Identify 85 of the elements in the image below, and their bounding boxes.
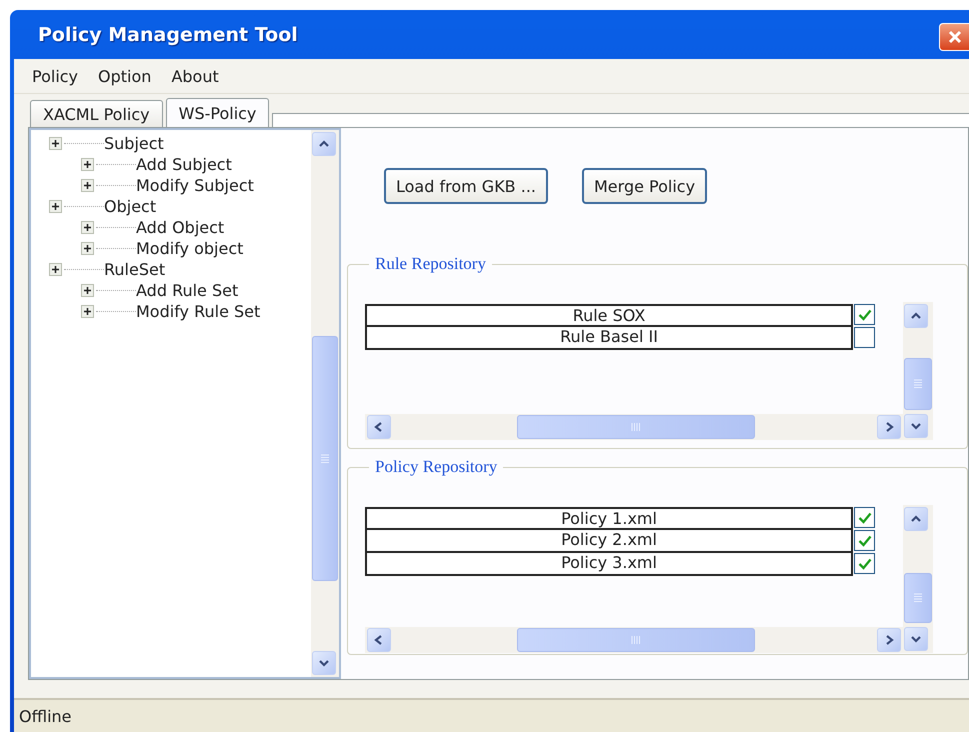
tree-connector bbox=[96, 311, 136, 312]
group-title: Policy Repository bbox=[374, 457, 498, 477]
expand-icon[interactable] bbox=[81, 158, 94, 171]
scroll-down-button[interactable] bbox=[312, 651, 336, 675]
check-icon bbox=[858, 308, 872, 320]
scroll-right-button[interactable] bbox=[877, 415, 901, 439]
close-button[interactable] bbox=[939, 22, 969, 50]
list-item[interactable]: Policy 1.xml bbox=[365, 507, 853, 530]
tree-item[interactable]: Object bbox=[104, 197, 156, 216]
expand-icon[interactable] bbox=[81, 179, 94, 192]
scroll-down-button[interactable] bbox=[904, 414, 928, 438]
list-item[interactable]: Policy 3.xml bbox=[365, 553, 853, 576]
grip-icon bbox=[321, 452, 329, 464]
chevron-up-icon bbox=[910, 311, 922, 321]
grip-icon bbox=[914, 378, 922, 390]
scroll-down-button[interactable] bbox=[904, 627, 928, 651]
chevron-up-icon bbox=[318, 139, 330, 149]
checkbox[interactable] bbox=[854, 304, 875, 325]
tree-item[interactable]: Subject bbox=[104, 134, 164, 153]
checkbox[interactable] bbox=[854, 327, 875, 348]
scroll-left-button[interactable] bbox=[367, 628, 391, 652]
list-item[interactable]: Rule Basel II bbox=[365, 327, 853, 350]
vertical-scrollbar[interactable] bbox=[311, 130, 339, 677]
tree-connector bbox=[64, 143, 104, 144]
expand-icon[interactable] bbox=[81, 305, 94, 318]
grip-icon bbox=[914, 592, 922, 604]
scroll-up-button[interactable] bbox=[312, 132, 336, 156]
scroll-thumb[interactable] bbox=[312, 336, 338, 581]
menu-item[interactable]: About bbox=[163, 66, 227, 86]
status-text: Offline bbox=[19, 706, 72, 726]
action-button[interactable]: Merge Policy bbox=[582, 168, 708, 204]
chevron-down-icon bbox=[910, 421, 922, 431]
tree-connector bbox=[96, 227, 136, 228]
checkbox[interactable] bbox=[854, 553, 875, 574]
scroll-thumb[interactable] bbox=[517, 415, 755, 439]
tree-connector bbox=[96, 185, 136, 186]
tree-connector bbox=[96, 164, 136, 165]
chevron-down-icon bbox=[318, 658, 330, 668]
tree-connector bbox=[96, 290, 136, 291]
expand-icon[interactable] bbox=[49, 200, 62, 213]
tree-item[interactable]: Add Subject bbox=[136, 155, 232, 174]
expand-icon[interactable] bbox=[49, 263, 62, 276]
tree-connector bbox=[96, 248, 136, 249]
tab[interactable]: WS-Policy bbox=[166, 98, 270, 127]
tree-item[interactable]: RuleSet bbox=[104, 260, 166, 279]
list-item[interactable]: Rule SOX bbox=[365, 304, 853, 327]
grip-icon bbox=[630, 636, 642, 644]
expand-icon[interactable] bbox=[49, 137, 62, 150]
tree-item[interactable]: Modify object bbox=[136, 239, 244, 258]
action-button[interactable]: Load from GKB ... bbox=[384, 168, 548, 204]
scroll-up-button[interactable] bbox=[904, 507, 928, 531]
horizontal-scrollbar[interactable] bbox=[365, 414, 903, 440]
menu-item[interactable]: Policy bbox=[24, 66, 86, 86]
list-item[interactable]: Policy 2.xml bbox=[365, 530, 853, 553]
check-icon bbox=[858, 534, 872, 546]
check-icon bbox=[858, 558, 872, 570]
group-title: Rule Repository bbox=[374, 254, 487, 274]
tab[interactable]: XACML Policy bbox=[30, 100, 163, 127]
expand-icon[interactable] bbox=[81, 242, 94, 255]
tree-item[interactable]: Add Object bbox=[136, 218, 224, 237]
check-icon bbox=[858, 512, 872, 524]
horizontal-scrollbar[interactable] bbox=[365, 627, 903, 653]
chevron-down-icon bbox=[910, 634, 922, 644]
vertical-scrollbar[interactable] bbox=[903, 505, 933, 653]
scroll-right-button[interactable] bbox=[877, 628, 901, 652]
checkbox[interactable] bbox=[854, 507, 875, 528]
window-title: Policy Management Tool bbox=[38, 24, 298, 46]
tree-connector bbox=[64, 206, 104, 207]
checkbox[interactable] bbox=[854, 530, 875, 551]
close-icon bbox=[946, 28, 962, 44]
scroll-thumb[interactable] bbox=[904, 573, 932, 623]
vertical-scrollbar[interactable] bbox=[903, 302, 933, 440]
scroll-thumb[interactable] bbox=[904, 358, 932, 410]
scroll-thumb[interactable] bbox=[517, 628, 755, 652]
chevron-up-icon bbox=[910, 514, 922, 524]
tree-item[interactable]: Modify Rule Set bbox=[136, 302, 260, 321]
grip-icon bbox=[630, 423, 642, 431]
tree-item[interactable]: Add Rule Set bbox=[136, 281, 238, 300]
scroll-left-button[interactable] bbox=[367, 415, 391, 439]
menu-item[interactable]: Option bbox=[90, 66, 160, 86]
scroll-up-button[interactable] bbox=[904, 304, 928, 328]
tree-item[interactable]: Modify Subject bbox=[136, 176, 254, 195]
expand-icon[interactable] bbox=[81, 221, 94, 234]
tree-connector bbox=[64, 269, 104, 270]
expand-icon[interactable] bbox=[81, 284, 94, 297]
